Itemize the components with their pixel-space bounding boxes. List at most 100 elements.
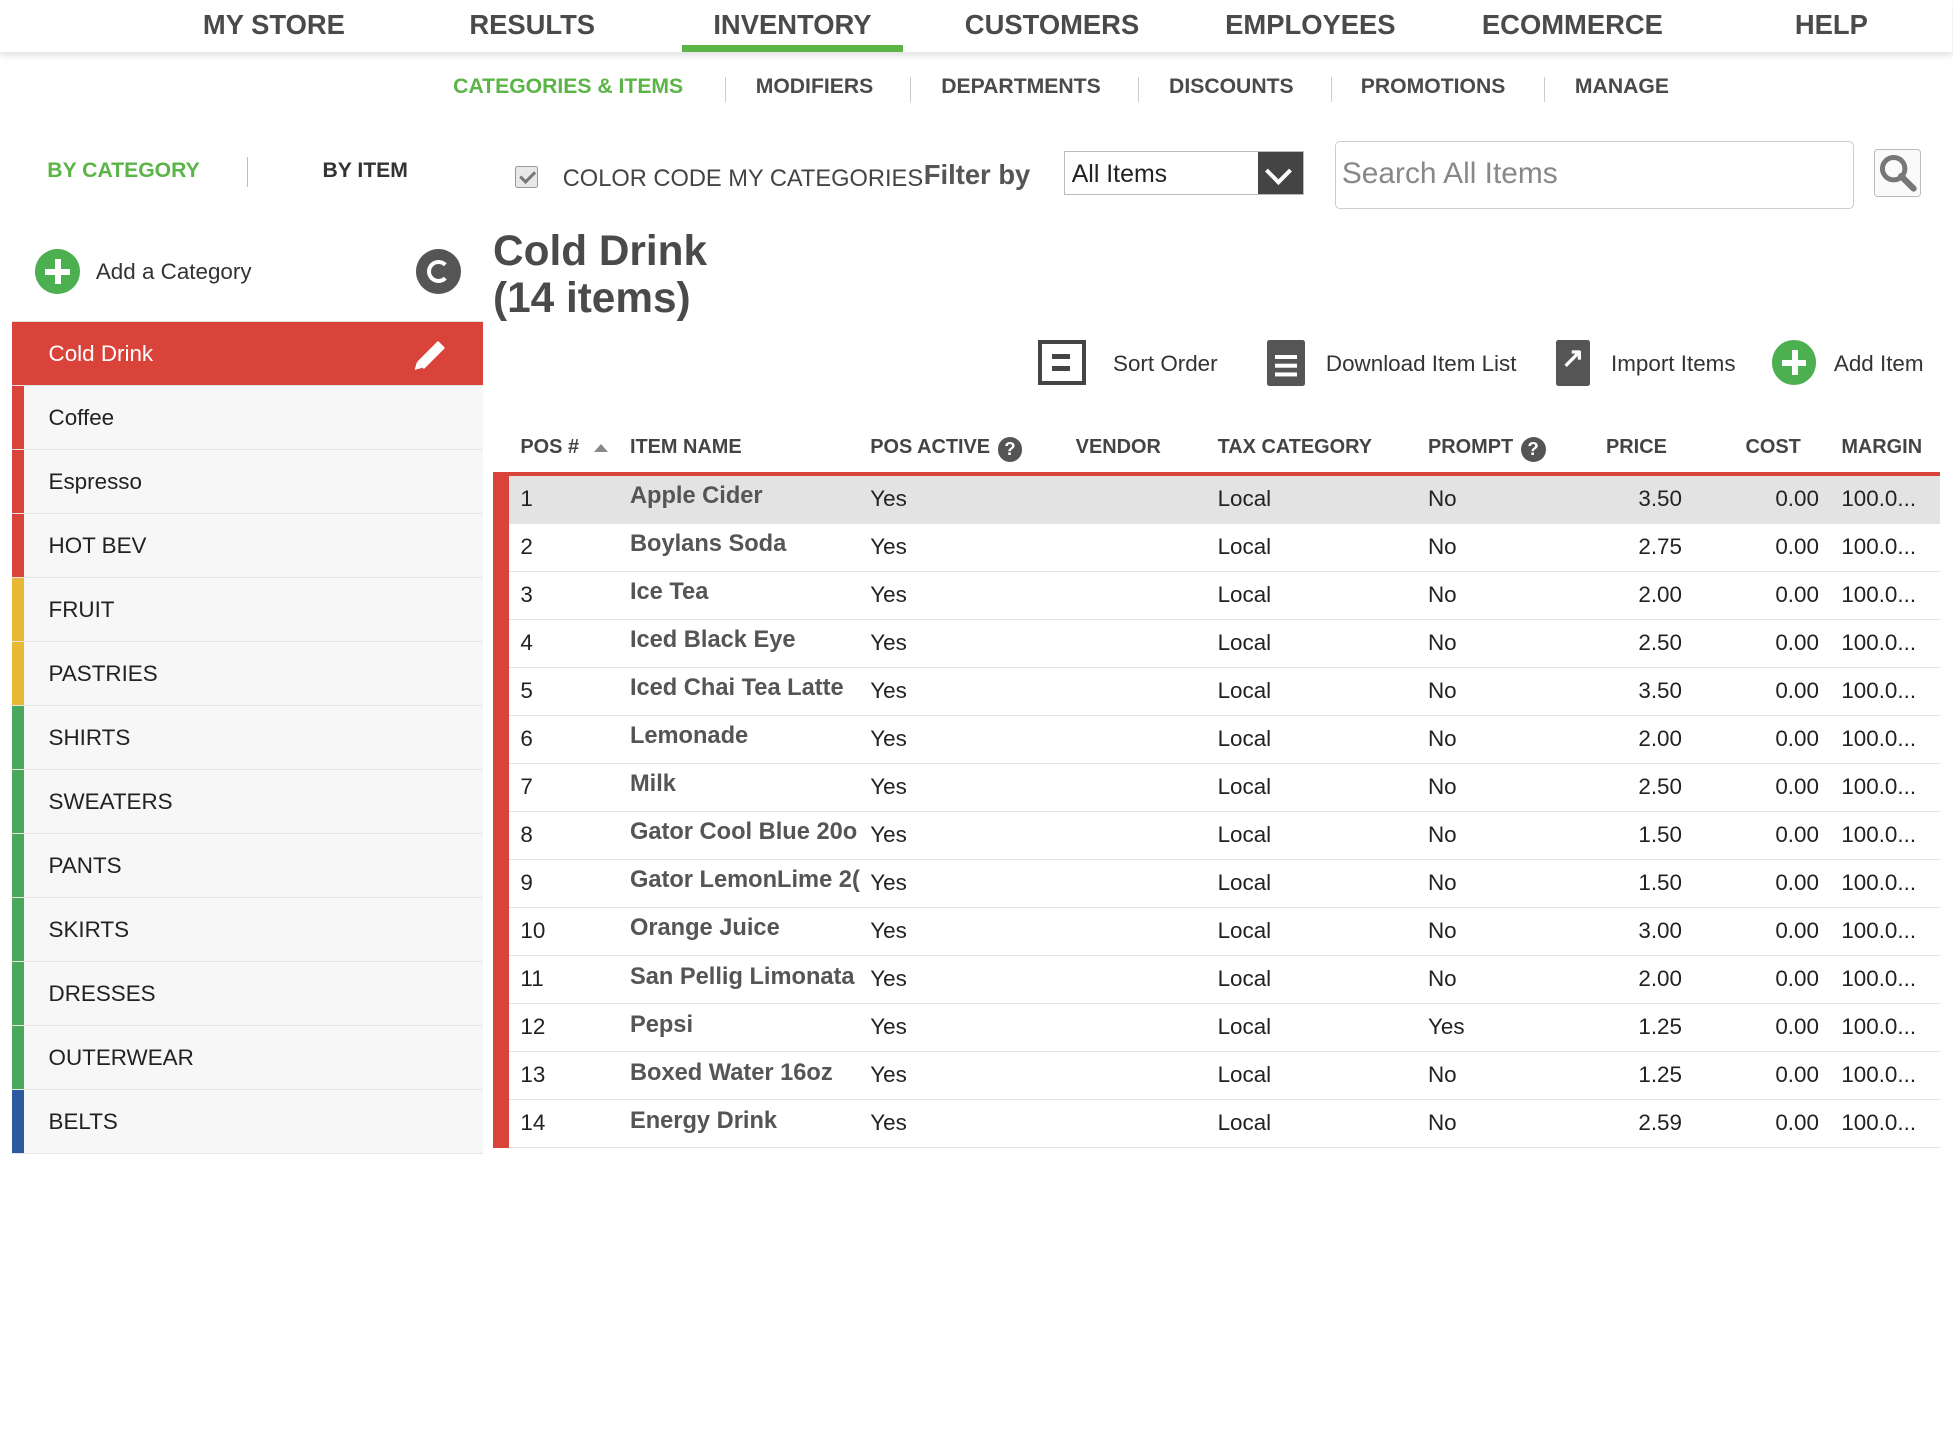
category-color-bar [493, 471, 510, 1148]
category-item-shirts[interactable]: SHIRTS [12, 706, 484, 771]
subnav-modifiers[interactable]: MODIFIERS [756, 75, 874, 99]
cell-cost: 0.00 [1775, 1110, 1819, 1136]
table-row[interactable]: 8 Gator Cool Blue 20o Yes Local No 1.50 0.00 10… [509, 811, 1940, 860]
help-icon[interactable]: ? [1520, 437, 1546, 463]
subnav-categories-items[interactable]: CATEGORIES & ITEMS [453, 75, 683, 99]
cell-margin: 100.0... [1841, 581, 1917, 607]
col-vendor[interactable]: VENDOR [1076, 436, 1161, 459]
category-item-cold-drink[interactable]: Cold Drink [12, 322, 484, 387]
search-button[interactable] [1873, 149, 1922, 197]
help-icon[interactable]: ? [997, 437, 1023, 463]
subnav-departments[interactable]: DEPARTMENTS [941, 75, 1100, 99]
col-pos[interactable]: POS # [520, 436, 608, 459]
cell-cost: 0.00 [1775, 1062, 1819, 1088]
cell-item-name: Pepsi [629, 1011, 694, 1038]
category-color-bar [12, 706, 24, 770]
nav-help[interactable]: HELP [1780, 0, 1882, 52]
nav-results[interactable]: RESULTS [448, 0, 616, 52]
table-row[interactable]: 11 San Pellig Limonata Yes Local No 2.00 0.00 1… [509, 956, 1940, 1005]
table-row[interactable]: 7 Milk Yes Local No 2.50 0.00 100.0... [509, 763, 1940, 812]
col-item-name[interactable]: ITEM NAME [630, 436, 742, 459]
category-color-bar [12, 962, 24, 1026]
category-item-hot-bev[interactable]: HOT BEV [12, 514, 484, 579]
category-item-dresses[interactable]: DRESSES [12, 962, 484, 1027]
col-tax-category[interactable]: TAX CATEGORY [1218, 436, 1372, 459]
table-row[interactable]: 12 Pepsi Yes Local Yes 1.25 0.00 100.0... [509, 1004, 1940, 1053]
category-label: BELTS [48, 1108, 118, 1134]
edit-pencil-icon[interactable] [416, 340, 445, 369]
sort-order-button[interactable]: Sort Order [1038, 339, 1225, 387]
table-row[interactable]: 10 Orange Juice Yes Local No 3.00 0.00 100.0... [509, 908, 1940, 957]
table-row[interactable]: 4 Iced Black Eye Yes Local No 2.50 0.00 100.0..… [509, 619, 1940, 668]
import-items-button[interactable]: Import Items [1556, 339, 1743, 387]
cell-price: 1.25 [1638, 1062, 1682, 1088]
col-cost[interactable]: COST [1745, 436, 1800, 459]
view-by-category[interactable]: BY CATEGORY [47, 159, 199, 183]
category-item-skirts[interactable]: SKIRTS [12, 898, 484, 963]
cell-item-name: Ice Tea [629, 579, 709, 606]
table-row[interactable]: 14 Energy Drink Yes Local No 2.59 0.00 100.0... [509, 1100, 1940, 1149]
category-item-coffee[interactable]: Coffee [12, 386, 484, 451]
table-row[interactable]: 5 Iced Chai Tea Latte Yes Local No 3.50 0.00 10… [509, 667, 1940, 716]
category-color-bar [12, 450, 24, 514]
cell-pos-active: Yes [870, 917, 907, 943]
plus-circle-icon [34, 249, 80, 294]
table-row[interactable]: 2 Boylans Soda Yes Local No 2.75 0.00 100.0... [509, 523, 1940, 572]
cell-price: 1.50 [1638, 821, 1682, 847]
cell-item-name: Apple Cider [629, 483, 763, 510]
cell-margin: 100.0... [1841, 677, 1917, 703]
cell-pos: 11 [520, 966, 544, 991]
filter-select[interactable]: All Items [1064, 150, 1304, 196]
cell-item-name: Lemonade [629, 723, 749, 750]
category-item-sweaters[interactable]: SWEATERS [12, 770, 484, 835]
cell-pos-active: Yes [870, 869, 907, 895]
category-item-pastries[interactable]: PASTRIES [12, 642, 484, 707]
subnav-promotions[interactable]: PROMOTIONS [1361, 75, 1506, 99]
subnav-separator [1543, 77, 1546, 103]
cell-tax-category: Local [1217, 869, 1272, 895]
category-label: DRESSES [48, 980, 156, 1006]
cell-item-name: Boylans Soda [629, 531, 787, 558]
color-code-checkbox[interactable] [515, 165, 538, 188]
nav-employees[interactable]: EMPLOYEES [1214, 0, 1407, 52]
category-color-bar [12, 770, 24, 834]
category-item-belts[interactable]: BELTS [12, 1090, 484, 1155]
category-item-pants[interactable]: PANTS [12, 834, 484, 899]
nav-customers[interactable]: CUSTOMERS [952, 0, 1151, 52]
category-item-outerwear[interactable]: OUTERWEAR [12, 1026, 484, 1091]
category-item-fruit[interactable]: FRUIT [12, 578, 484, 643]
subnav-manage[interactable]: MANAGE [1575, 75, 1669, 99]
search-input[interactable]: Search All Items [1334, 140, 1854, 210]
table-row[interactable]: 3 Ice Tea Yes Local No 2.00 0.00 100.0... [509, 571, 1940, 620]
category-color-bar [12, 514, 24, 578]
category-color-bar [12, 898, 24, 962]
col-prompt[interactable]: PROMPT? [1428, 436, 1546, 463]
nav-inventory[interactable]: INVENTORY [682, 0, 903, 53]
cell-tax-category: Local [1217, 1062, 1272, 1088]
table-row[interactable]: 6 Lemonade Yes Local No 2.00 0.00 100.0... [509, 715, 1940, 764]
cell-item-name: San Pellig Limonata [629, 963, 855, 990]
view-by-item[interactable]: BY ITEM [322, 159, 407, 183]
cell-price: 1.25 [1638, 1014, 1682, 1040]
refresh-button[interactable] [415, 249, 461, 294]
document-icon [1267, 339, 1305, 386]
nav-my-store[interactable]: MY STORE [187, 0, 361, 52]
table-row[interactable]: 1 Apple Cider Yes Local No 3.50 0.00 100.0... [509, 475, 1940, 524]
subnav-discounts[interactable]: DISCOUNTS [1169, 75, 1294, 99]
subnav-separator [1330, 77, 1333, 103]
cell-pos: 6 [520, 725, 533, 751]
col-margin[interactable]: MARGIN [1841, 436, 1922, 459]
cell-margin: 100.0... [1841, 773, 1917, 799]
cell-price: 1.50 [1638, 869, 1682, 895]
nav-ecommerce[interactable]: ECOMMERCE [1467, 0, 1679, 52]
download-item-list-button[interactable]: Download Item List [1267, 339, 1522, 387]
cell-cost: 0.00 [1775, 917, 1819, 943]
col-price[interactable]: PRICE [1606, 436, 1667, 459]
add-item-label: Add Item [1833, 351, 1924, 377]
col-pos-active[interactable]: POS ACTIVE? [870, 436, 1023, 463]
table-row[interactable]: 9 Gator LemonLime 2(Yes Local No 1.50 0.00 100… [509, 859, 1940, 908]
table-row[interactable]: 13 Boxed Water 16oz Yes Local No 1.25 0.00 100.… [509, 1052, 1940, 1101]
add-item-button[interactable]: Add Item [1771, 339, 1934, 387]
cell-pos: 1 [520, 485, 533, 511]
category-item-espresso[interactable]: Espresso [12, 450, 484, 515]
